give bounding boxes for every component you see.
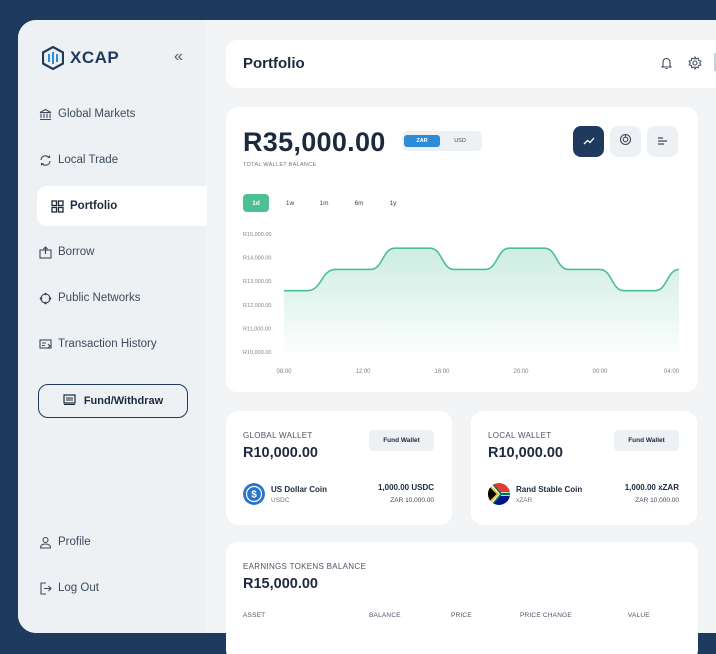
xcap-logo-icon bbox=[42, 46, 64, 70]
bell-icon[interactable] bbox=[660, 56, 674, 70]
sidebar-item-portfolio[interactable]: Portfolio bbox=[37, 186, 207, 226]
svg-text:$: $ bbox=[251, 490, 257, 501]
coin-amount: 1,000.00 xZAR bbox=[624, 483, 679, 492]
network-icon bbox=[38, 291, 52, 305]
chart-area bbox=[284, 248, 679, 352]
user-icon bbox=[38, 535, 52, 549]
column-header-price[interactable]: PRICE bbox=[451, 612, 472, 619]
sidebar-item-transaction-history[interactable]: Transaction History bbox=[38, 324, 208, 364]
x-tick-label: 20:00 bbox=[513, 369, 529, 375]
total-balance: R35,000.00 bbox=[243, 127, 386, 157]
balance-card: R35,000.00 TOTAL WALLET BALANCE ZAR USD … bbox=[226, 107, 698, 392]
range-tab-1y[interactable]: 1y bbox=[380, 194, 406, 212]
sidebar-item-public-networks[interactable]: Public Networks bbox=[38, 278, 208, 318]
global-wallet-amount: R10,000.00 bbox=[243, 445, 318, 461]
sidebar-item-borrow[interactable]: Borrow bbox=[38, 232, 208, 272]
sidebar-item-local-trade[interactable]: Local Trade bbox=[38, 140, 208, 180]
app-name: XCAP bbox=[70, 48, 120, 67]
column-header-value[interactable]: VALUE bbox=[628, 612, 650, 619]
balance-chart: R15,000.00 R14,000.00 R13,000.00 R12,000.00… bbox=[243, 232, 680, 375]
sidebar-item-label: Transaction History bbox=[58, 338, 157, 350]
x-tick-label: 16:00 bbox=[434, 369, 450, 375]
pie-chart-view-button[interactable] bbox=[610, 126, 641, 157]
range-tab-1w[interactable]: 1w bbox=[277, 194, 303, 212]
sidebar-item-label: Public Networks bbox=[58, 292, 141, 304]
y-tick-label: R11,000.00 bbox=[243, 326, 271, 332]
borrow-icon bbox=[38, 245, 52, 259]
fund-withdraw-button[interactable]: Fund/Withdraw bbox=[38, 384, 188, 418]
total-balance-label: TOTAL WALLET BALANCE bbox=[243, 162, 317, 168]
earnings-card: EARNINGS TOKENS BALANCE R15,000.00 ASSET… bbox=[226, 542, 698, 654]
x-tick-label: 04:00 bbox=[664, 369, 680, 375]
y-tick-label: R10,000.00 bbox=[243, 350, 271, 356]
coin-amount: 1,000.00 USDC bbox=[377, 483, 434, 492]
sidebar-item-profile[interactable]: Profile bbox=[38, 522, 208, 562]
global-wallet-card: GLOBAL WALLET R10,000.00 Fund Wallet $ U… bbox=[226, 411, 452, 525]
currency-option-usd[interactable]: USD bbox=[442, 135, 478, 147]
collapse-sidebar-button[interactable]: « bbox=[174, 48, 183, 66]
bank-icon bbox=[38, 107, 52, 121]
sidebar-item-global-markets[interactable]: Global Markets bbox=[38, 94, 208, 134]
gear-icon[interactable] bbox=[688, 55, 702, 71]
currency-option-zar[interactable]: ZAR bbox=[404, 135, 440, 147]
earnings-title: EARNINGS TOKENS BALANCE bbox=[243, 562, 367, 571]
x-tick-label: 08:00 bbox=[276, 369, 292, 375]
y-tick-label: R12,000.00 bbox=[243, 303, 271, 309]
fund-global-wallet-button[interactable]: Fund Wallet bbox=[369, 430, 434, 451]
usdc-icon: $ bbox=[243, 483, 265, 505]
bar-list-icon bbox=[657, 133, 668, 151]
sidebar: XCAP « Global Markets Local Trade Portfo… bbox=[18, 20, 208, 633]
history-icon bbox=[38, 337, 52, 351]
range-tab-6m[interactable]: 6m bbox=[346, 194, 372, 212]
y-tick-label: R15,000.00 bbox=[243, 232, 271, 238]
local-wallet-card: LOCAL WALLET R10,000.00 Fund Wallet Rand… bbox=[471, 411, 697, 525]
column-header-balance[interactable]: BALANCE bbox=[369, 612, 401, 619]
logout-icon bbox=[38, 581, 52, 595]
south-africa-flag-icon bbox=[488, 483, 510, 505]
sidebar-item-label: Global Markets bbox=[58, 108, 136, 120]
range-tab-1d[interactable]: 1d bbox=[243, 194, 269, 212]
earnings-amount: R15,000.00 bbox=[243, 576, 318, 592]
y-tick-label: R13,000.00 bbox=[243, 279, 271, 285]
fund-local-wallet-button[interactable]: Fund Wallet bbox=[614, 430, 679, 451]
column-header-price-change[interactable]: PRICE CHANGE bbox=[520, 612, 572, 619]
x-tick-label: 00:00 bbox=[592, 369, 608, 375]
x-tick-label: 12:00 bbox=[355, 369, 371, 375]
coin-name: US Dollar Coin bbox=[271, 485, 328, 494]
page-header: Portfolio bbox=[226, 40, 716, 88]
global-wallet-title: GLOBAL WALLET bbox=[243, 431, 313, 440]
pie-chart-icon bbox=[619, 133, 632, 151]
y-tick-label: R14,000.00 bbox=[243, 256, 271, 262]
fund-withdraw-label: Fund/Withdraw bbox=[83, 395, 164, 407]
coin-name: Rand Stable Coin bbox=[516, 485, 583, 494]
trend-line-icon bbox=[583, 133, 595, 151]
column-header-asset[interactable]: ASSET bbox=[243, 612, 265, 619]
coin-symbol: xZAR bbox=[516, 497, 533, 504]
bar-list-view-button[interactable] bbox=[647, 126, 678, 157]
line-chart-view-button[interactable] bbox=[573, 126, 604, 157]
range-tab-1m[interactable]: 1m bbox=[311, 194, 337, 212]
exchange-icon bbox=[38, 153, 52, 167]
page-title: Portfolio bbox=[243, 55, 305, 72]
sidebar-item-label: Log Out bbox=[58, 582, 99, 594]
grid-icon bbox=[50, 199, 64, 213]
wallet-icon bbox=[63, 394, 76, 408]
logo: XCAP bbox=[42, 46, 119, 70]
local-wallet-amount: R10,000.00 bbox=[488, 445, 563, 461]
coin-symbol: USDC bbox=[271, 497, 290, 504]
sidebar-item-label: Portfolio bbox=[70, 200, 118, 212]
sidebar-item-log-out[interactable]: Log Out bbox=[38, 568, 208, 608]
sidebar-item-label: Borrow bbox=[58, 246, 95, 258]
sidebar-item-label: Local Trade bbox=[58, 154, 119, 166]
coin-fiat-value: ZAR 10,000.00 bbox=[635, 497, 679, 504]
coin-fiat-value: ZAR 10,000.00 bbox=[390, 497, 434, 504]
currency-toggle: ZAR USD bbox=[402, 131, 482, 151]
local-wallet-title: LOCAL WALLET bbox=[488, 431, 552, 440]
sidebar-item-label: Profile bbox=[58, 536, 91, 548]
